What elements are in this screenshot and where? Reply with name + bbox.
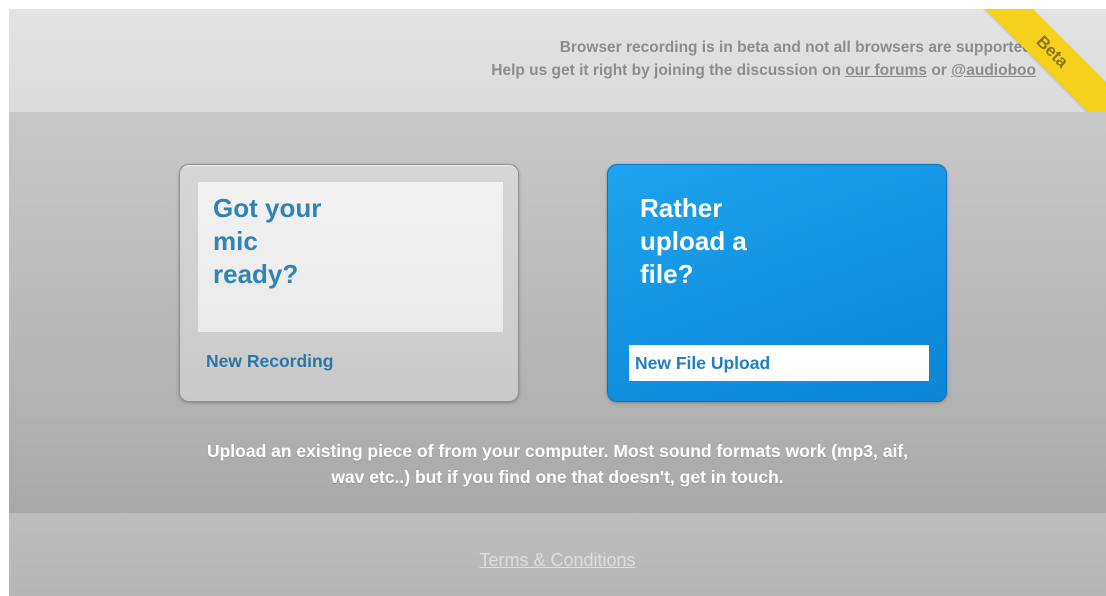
forums-link[interactable]: our forums — [845, 62, 927, 79]
upload-description-line2: wav etc..) but if you find one that does… — [331, 467, 784, 487]
beta-notice-line1: Browser recording is in beta and not all… — [559, 39, 1036, 56]
new-file-upload-button[interactable]: New File Upload — [629, 345, 929, 381]
new-recording-card[interactable]: Got your mic ready? New Recording — [179, 164, 519, 402]
record-heading-line: mic — [213, 226, 258, 256]
main-panel: Got your mic ready? New Recording Rather… — [9, 112, 1106, 513]
upload-description: Upload an existing piece of from your co… — [69, 438, 1046, 490]
record-heading: Got your mic ready? — [213, 192, 383, 291]
beta-notice-prefix: Help us get it right by joining the disc… — [491, 62, 846, 79]
new-recording-button[interactable]: New Recording — [206, 351, 333, 372]
beta-notice: Browser recording is in beta and not all… — [491, 36, 1036, 82]
beta-notice-line2: Help us get it right by joining the disc… — [491, 59, 1036, 82]
beta-notice-or: or — [927, 62, 952, 79]
record-prompt-box: Got your mic ready? — [198, 182, 503, 332]
beta-banner: Browser recording is in beta and not all… — [9, 9, 1106, 135]
upload-heading-line: Rather — [640, 193, 723, 223]
record-heading-line: Got your — [213, 193, 322, 223]
upload-description-line1: Upload an existing piece of from your co… — [206, 441, 909, 461]
footer: Terms & Conditions — [9, 513, 1106, 596]
upload-heading-line: upload a — [640, 226, 747, 256]
terms-link[interactable]: Terms & Conditions — [9, 550, 1106, 571]
upload-heading-line: file? — [640, 259, 694, 289]
page-frame: Browser recording is in beta and not all… — [9, 9, 1106, 596]
twitter-link[interactable]: @audioboo — [951, 62, 1036, 79]
upload-heading: Rather upload a file? — [640, 192, 810, 291]
record-heading-line: ready? — [213, 259, 299, 289]
new-file-upload-card[interactable]: Rather upload a file? New File Upload — [607, 164, 947, 402]
